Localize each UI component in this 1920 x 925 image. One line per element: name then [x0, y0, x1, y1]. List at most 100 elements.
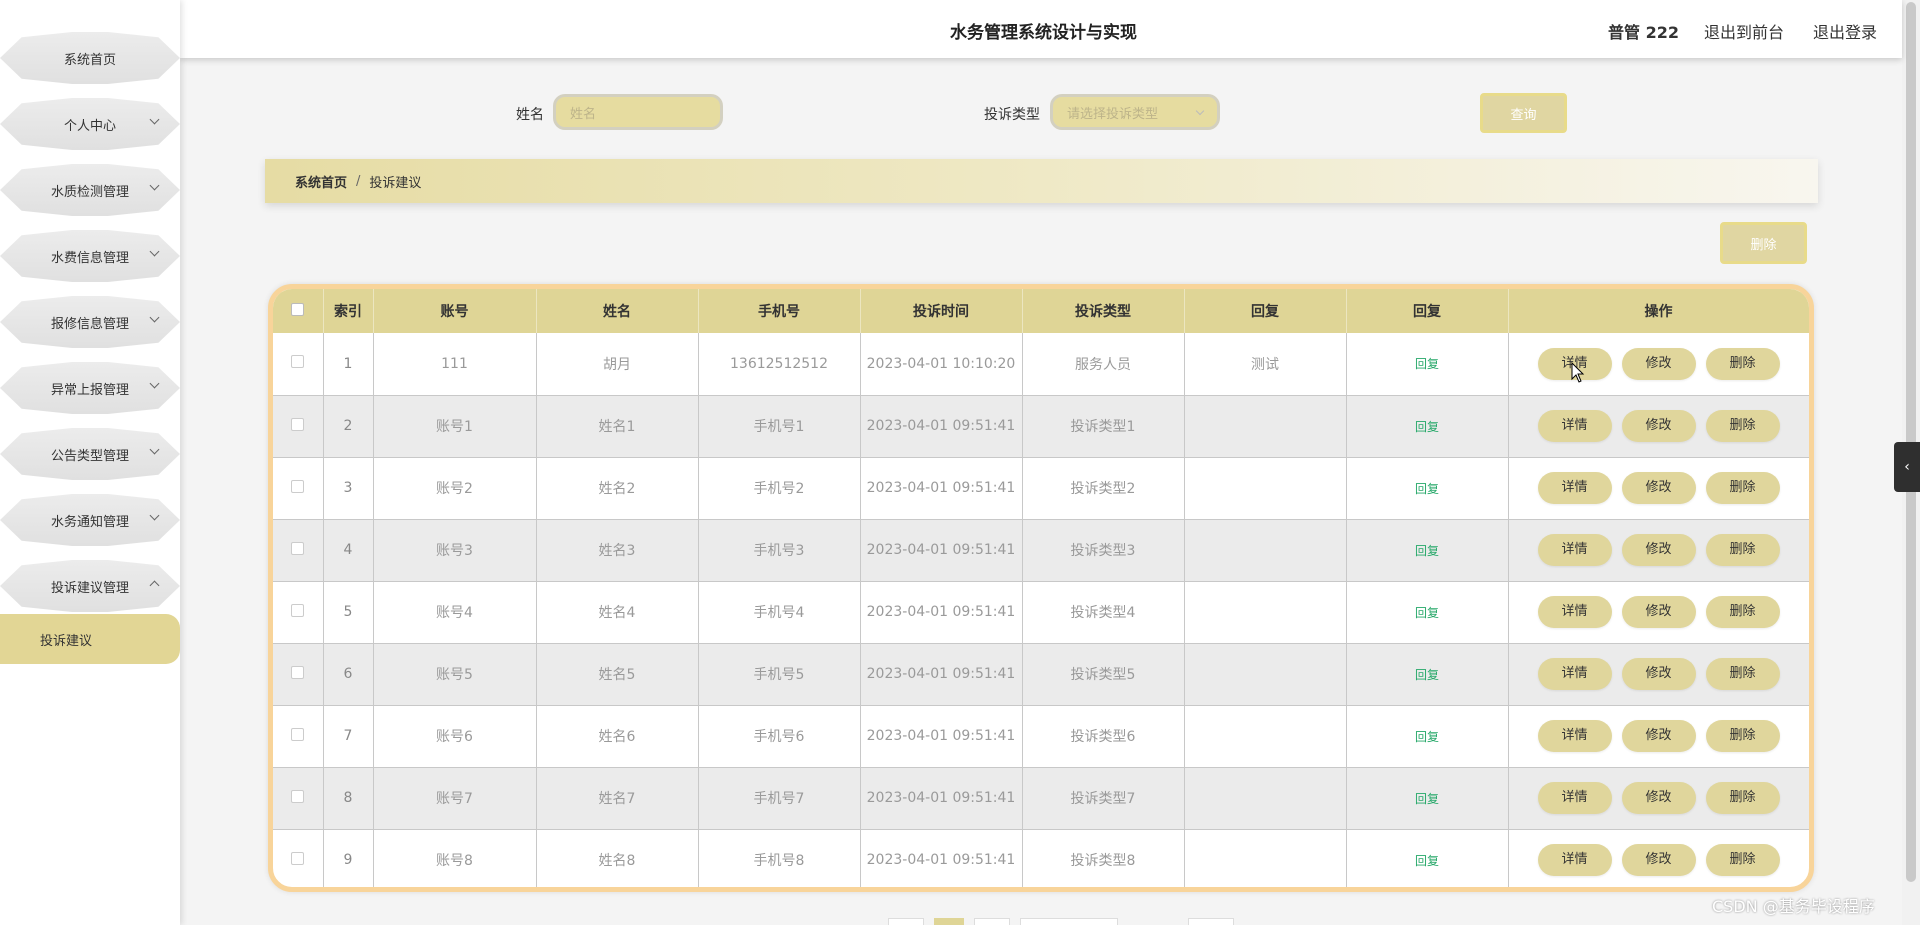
cell-actions: 详情 修改 删除	[1508, 705, 1809, 768]
edit-button[interactable]: 修改	[1621, 472, 1696, 504]
cell-name: 姓名5	[536, 643, 699, 706]
detail-button[interactable]: 详情	[1537, 720, 1612, 752]
select-all-checkbox[interactable]	[291, 302, 305, 316]
batch-delete-button[interactable]: 删除	[1720, 222, 1807, 264]
app-title: 水务管理系统设计与实现	[950, 23, 1137, 43]
edit-button[interactable]: 修改	[1621, 720, 1696, 752]
sidebar-item-label: 公告类型管理	[50, 448, 129, 464]
row-checkbox[interactable]	[291, 603, 305, 617]
edit-button[interactable]: 修改	[1621, 658, 1696, 690]
sidebar-subitem-complaint[interactable]: 投诉建议	[0, 614, 180, 664]
row-select-cell	[273, 457, 324, 520]
delete-button[interactable]: 删除	[1705, 534, 1780, 566]
row-checkbox[interactable]	[291, 479, 305, 493]
detail-button[interactable]: 详情	[1537, 658, 1612, 690]
cell-account: 账号7	[373, 767, 537, 830]
edit-button[interactable]: 修改	[1621, 347, 1696, 380]
delete-button[interactable]: 删除	[1705, 472, 1780, 504]
breadcrumb-separator: /	[356, 173, 361, 189]
row-checkbox[interactable]	[291, 355, 305, 369]
detail-button[interactable]: 详情	[1537, 472, 1612, 504]
query-button[interactable]: 查询	[1480, 93, 1567, 133]
sidebar-item-complaint-mgmt[interactable]: 投诉建议管理	[0, 560, 180, 612]
pager-jump-input[interactable]	[1188, 918, 1234, 925]
edit-button[interactable]: 修改	[1621, 596, 1696, 628]
reply-link[interactable]: 回复	[1346, 767, 1509, 830]
row-checkbox[interactable]	[291, 541, 305, 555]
detail-button[interactable]: 详情	[1537, 782, 1612, 814]
chevron-down-icon	[149, 180, 160, 191]
cell-name: 姓名1	[536, 395, 699, 458]
name-search-input[interactable]: 姓名	[553, 94, 723, 130]
detail-button[interactable]: 详情	[1537, 534, 1612, 566]
sidebar-item-anomaly[interactable]: 异常上报管理	[0, 362, 180, 414]
delete-button[interactable]: 删除	[1705, 844, 1780, 876]
select-all-cell	[273, 289, 324, 333]
sidebar-item-label: 异常上报管理	[50, 382, 129, 398]
cell-type: 投诉类型2	[1022, 457, 1185, 520]
row-checkbox[interactable]	[291, 665, 305, 679]
cell-time: 2023-04-01 09:51:41	[860, 829, 1023, 887]
detail-button[interactable]: 详情	[1537, 844, 1612, 876]
row-checkbox[interactable]	[291, 417, 305, 431]
cell-index: 6	[323, 643, 374, 706]
complaint-type-select[interactable]: 请选择投诉类型	[1050, 94, 1220, 130]
reply-link[interactable]: 回复	[1346, 829, 1509, 887]
edit-button[interactable]: 修改	[1621, 410, 1696, 442]
exit-to-front-link[interactable]: 退出到前台	[1704, 19, 1784, 43]
reply-link[interactable]: 回复	[1346, 519, 1509, 582]
reply-link[interactable]: 回复	[1346, 457, 1509, 520]
cell-index: 1	[323, 333, 374, 396]
delete-button[interactable]: 删除	[1705, 782, 1780, 814]
logout-link[interactable]: 退出登录	[1813, 19, 1877, 43]
sidebar-item-water-quality[interactable]: 水质检测管理	[0, 164, 180, 216]
cell-reply	[1184, 457, 1347, 520]
reply-link[interactable]: 回复	[1346, 333, 1509, 396]
pager-current-page[interactable]	[934, 918, 964, 925]
delete-button[interactable]: 删除	[1705, 720, 1780, 752]
reply-link[interactable]: 回复	[1346, 395, 1509, 458]
pager-prev[interactable]	[888, 918, 924, 925]
sidebar-item-water-fee[interactable]: 水费信息管理	[0, 230, 180, 282]
delete-button[interactable]: 删除	[1705, 347, 1780, 380]
cell-account: 账号4	[373, 581, 537, 644]
cell-type: 投诉类型3	[1022, 519, 1185, 582]
breadcrumb-home[interactable]: 系统首页	[295, 172, 347, 191]
cell-reply	[1184, 395, 1347, 458]
sidebar-item-personal-center[interactable]: 个人中心	[0, 98, 180, 150]
cell-name: 姓名8	[536, 829, 699, 887]
cell-time: 2023-04-01 09:51:41	[860, 519, 1023, 582]
breadcrumb: 系统首页 / 投诉建议	[265, 159, 1818, 203]
delete-button[interactable]: 删除	[1705, 410, 1780, 442]
sidebar-item-water-notice[interactable]: 水务通知管理	[0, 494, 180, 546]
edit-button[interactable]: 修改	[1621, 782, 1696, 814]
reply-link[interactable]: 回复	[1346, 643, 1509, 706]
cell-reply	[1184, 581, 1347, 644]
pager-size-select[interactable]	[1020, 918, 1118, 925]
header-account: 账号	[373, 289, 537, 333]
name-placeholder: 姓名	[570, 106, 597, 122]
edit-button[interactable]: 修改	[1621, 844, 1696, 876]
watermark: CSDN @基务毕设程序	[1712, 897, 1875, 916]
sidebar: 系统首页 个人中心 水质检测管理 水费信息管理 报修信息管理 异常上报管理 公告…	[0, 0, 180, 925]
delete-button[interactable]: 删除	[1705, 658, 1780, 690]
pager-next[interactable]	[974, 918, 1010, 925]
side-panel-toggle[interactable]: ‹	[1894, 442, 1920, 492]
chevron-down-icon	[149, 378, 160, 389]
row-checkbox[interactable]	[291, 851, 305, 865]
complaint-type-label: 投诉类型	[984, 107, 1040, 123]
row-checkbox[interactable]	[291, 789, 305, 803]
reply-link[interactable]: 回复	[1346, 705, 1509, 768]
row-checkbox[interactable]	[291, 727, 305, 741]
sidebar-item-home[interactable]: 系统首页	[0, 32, 180, 84]
detail-button[interactable]: 详情	[1537, 596, 1612, 628]
reply-link[interactable]: 回复	[1346, 581, 1509, 644]
header-actions: 操作	[1508, 289, 1809, 333]
detail-button[interactable]: 详情	[1537, 410, 1612, 442]
row-select-cell	[273, 829, 324, 887]
sidebar-item-notice-type[interactable]: 公告类型管理	[0, 428, 180, 480]
sidebar-item-repair[interactable]: 报修信息管理	[0, 296, 180, 348]
edit-button[interactable]: 修改	[1621, 534, 1696, 566]
delete-button[interactable]: 删除	[1705, 596, 1780, 628]
cell-reply	[1184, 829, 1347, 887]
